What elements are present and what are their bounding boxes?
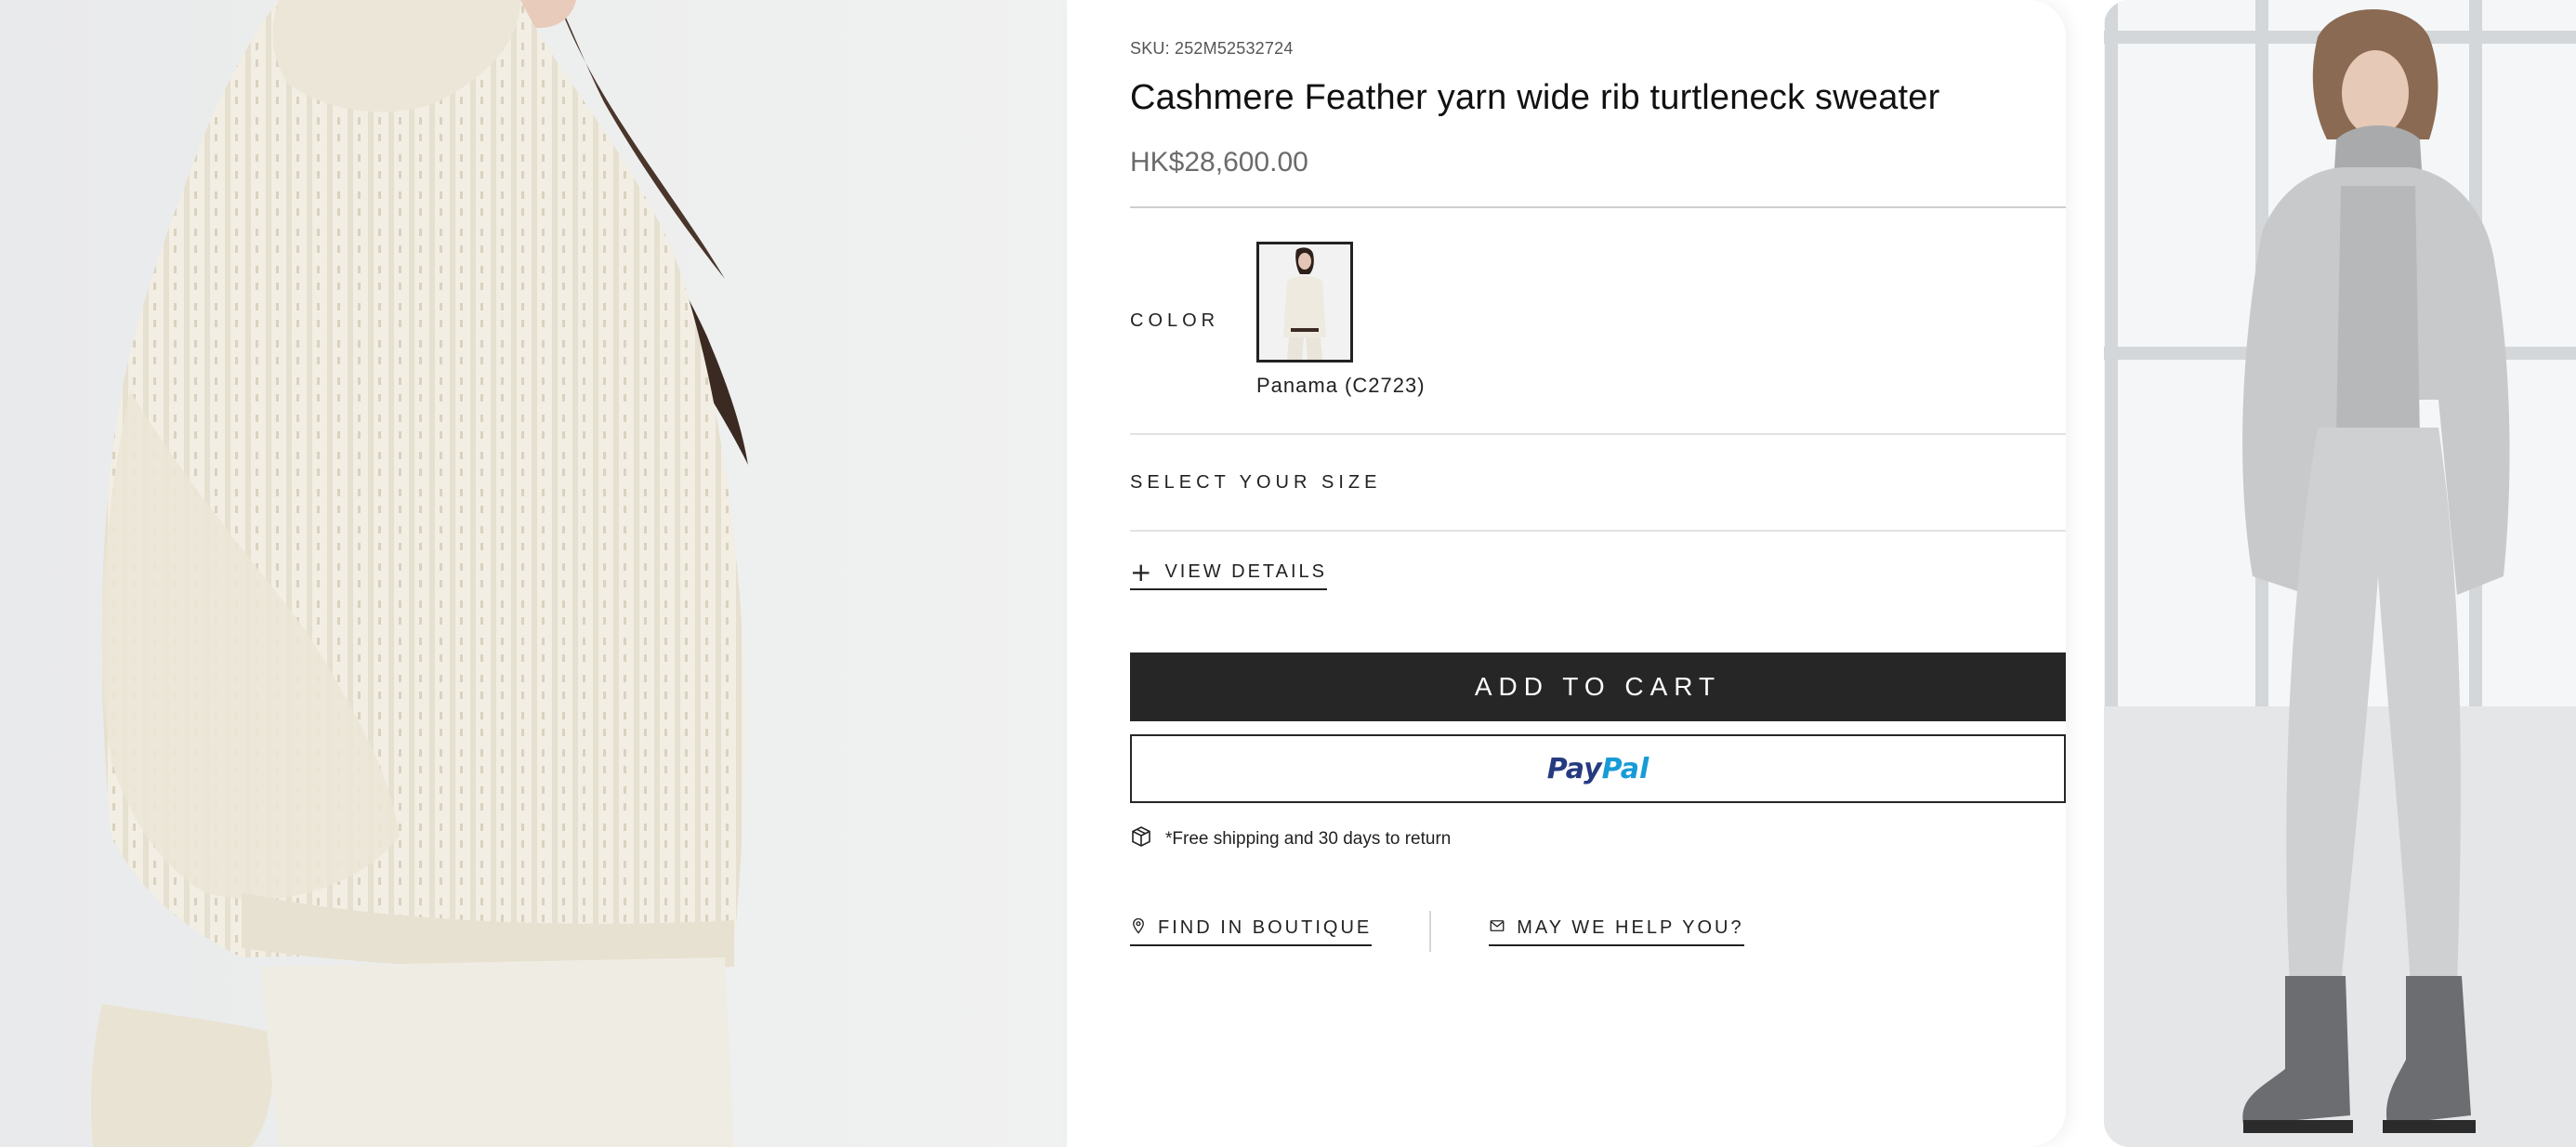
location-pin-icon <box>1130 917 1147 939</box>
color-swatch-panama[interactable] <box>1256 242 1353 363</box>
product-image-main[interactable] <box>0 0 1067 1147</box>
may-we-help-link[interactable]: MAY WE HELP YOU? <box>1489 916 1744 946</box>
help-links: FIND IN BOUTIQUE MAY WE HELP YOU? <box>1130 911 1744 952</box>
find-in-boutique-label: FIND IN BOUTIQUE <box>1158 916 1373 938</box>
product-title: Cashmere Feather yarn wide rib turtlenec… <box>1130 78 1940 117</box>
view-details-link[interactable]: + VIEW DETAILS <box>1130 556 1328 590</box>
product-details-panel: SKU: 252M52532724 Cashmere Feather yarn … <box>1067 0 2066 1147</box>
paypal-button[interactable]: Pay Pal <box>1130 734 2066 803</box>
sweater-photo <box>91 0 748 1147</box>
link-separator <box>1429 911 1432 952</box>
product-image-secondary[interactable] <box>2104 0 2576 1147</box>
find-in-boutique-link[interactable]: FIND IN BOUTIQUE <box>1130 916 1373 946</box>
may-we-help-label: MAY WE HELP YOU? <box>1517 916 1744 938</box>
color-label: COLOR <box>1130 310 1220 331</box>
product-price: HK$28,600.00 <box>1130 147 1308 178</box>
divider <box>1130 206 2066 208</box>
look-photo <box>2104 0 2576 1147</box>
mail-icon <box>1489 917 1505 939</box>
package-icon <box>1130 825 1152 853</box>
shipping-note: *Free shipping and 30 days to return <box>1130 825 1451 853</box>
color-name: Panama (C2723) <box>1256 374 1426 397</box>
divider <box>1130 530 2066 532</box>
divider <box>1130 433 2066 435</box>
product-sku: SKU: 252M52532724 <box>1130 39 1294 58</box>
shipping-text: *Free shipping and 30 days to return <box>1165 829 1452 849</box>
paypal-logo-pay: Pay <box>1546 752 1602 785</box>
add-to-cart-button[interactable]: ADD TO CART <box>1130 653 2066 721</box>
view-details-label: VIEW DETAILS <box>1164 561 1328 582</box>
select-size-toggle[interactable]: SELECT YOUR SIZE <box>1130 472 1381 494</box>
swatch-thumbnail <box>1259 244 1350 360</box>
plus-icon: + <box>1130 556 1152 587</box>
paypal-logo-pal: Pal <box>1601 752 1649 785</box>
